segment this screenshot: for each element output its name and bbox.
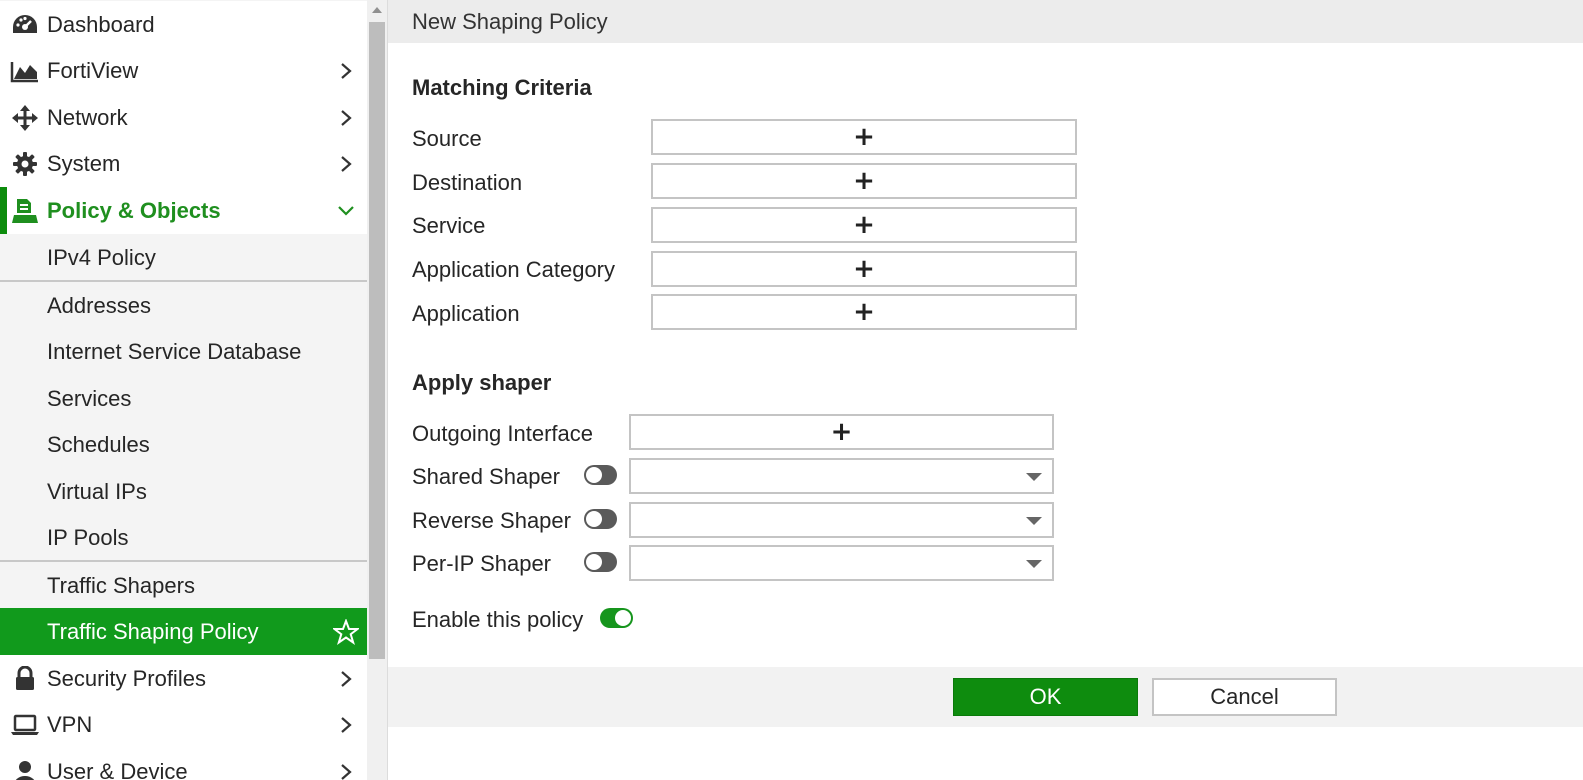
chevron-right-icon — [337, 109, 355, 127]
enable-policy-label: Enable this policy — [412, 607, 584, 632]
sidebar-item-traffic-shaping-policy[interactable]: Traffic Shaping Policy — [0, 608, 367, 655]
sidebar-item-label: Internet Service Database — [47, 338, 302, 364]
sidebar-item-addresses[interactable]: Addresses — [0, 282, 367, 329]
plus-icon: + — [853, 297, 875, 327]
fortiview-icon — [10, 56, 40, 86]
ok-button[interactable]: OK — [953, 678, 1138, 716]
policy-objects-icon — [10, 196, 40, 226]
plus-icon: + — [853, 254, 875, 284]
plus-icon: + — [853, 166, 875, 196]
nav-policy-objects-label: Policy & Objects — [47, 197, 221, 223]
sidebar-item-label: Traffic Shaping Policy — [47, 618, 259, 644]
sidebar-item-label: Traffic Shapers — [47, 572, 195, 598]
nav-dashboard-label: Dashboard — [47, 11, 155, 37]
nav-fortiview-label: FortiView — [47, 57, 139, 83]
enable-policy-toggle[interactable] — [600, 608, 633, 628]
nav-network[interactable]: Network — [0, 94, 367, 141]
service-label: Service — [412, 213, 486, 238]
sidebar-item-label: Services — [47, 385, 132, 411]
form-footer: OK Cancel — [388, 667, 1583, 727]
sidebar-scrollbar[interactable] — [367, 0, 388, 780]
sidebar-item-label: IPv4 Policy — [47, 244, 156, 270]
nav-security-profiles[interactable]: Security Profiles — [0, 655, 367, 702]
sidebar-item-label: IP Pools — [47, 524, 129, 550]
application-category-field[interactable]: + — [651, 251, 1077, 287]
dropdown-caret-icon — [1026, 517, 1042, 525]
chevron-right-icon — [337, 62, 355, 80]
service-field[interactable]: + — [651, 207, 1077, 243]
cancel-button[interactable]: Cancel — [1152, 678, 1337, 716]
application-field[interactable]: + — [651, 294, 1077, 330]
sidebar: Dashboard FortiView Network System Polic… — [0, 0, 367, 780]
nav-system[interactable]: System — [0, 140, 367, 187]
sidebar-item-schedules[interactable]: Schedules — [0, 421, 367, 468]
nav-dashboard[interactable]: Dashboard — [0, 1, 367, 48]
outgoing-interface-label: Outgoing Interface — [412, 421, 594, 446]
nav-vpn-label: VPN — [47, 711, 93, 737]
dashboard-icon — [10, 10, 40, 40]
sidebar-item-services[interactable]: Services — [0, 375, 367, 422]
main-panel: New Shaping Policy Matching Criteria Sou… — [388, 0, 1583, 780]
dropdown-caret-icon — [1026, 473, 1042, 481]
nav-fortiview[interactable]: FortiView — [0, 47, 367, 94]
reverse-shaper-toggle[interactable] — [584, 509, 617, 529]
nav-vpn[interactable]: VPN — [0, 701, 367, 748]
per-ip-shaper-select[interactable] — [629, 545, 1054, 581]
sidebar-item-ip-pools[interactable]: IP Pools — [0, 514, 367, 561]
star-icon[interactable] — [332, 618, 360, 646]
page-title: New Shaping Policy — [412, 9, 608, 34]
nav-user-device[interactable]: User & Device — [0, 748, 367, 780]
destination-field[interactable]: + — [651, 163, 1077, 199]
chevron-right-icon — [337, 155, 355, 173]
nav-network-label: Network — [47, 104, 128, 130]
source-label: Source — [412, 126, 482, 151]
chevron-down-icon — [337, 202, 355, 220]
chevron-right-icon — [337, 763, 355, 780]
matching-criteria-title: Matching Criteria — [412, 75, 592, 100]
chevron-right-icon — [337, 716, 355, 734]
sidebar-item-label: Addresses — [47, 292, 151, 318]
per-ip-shaper-toggle[interactable] — [584, 552, 617, 572]
network-icon — [10, 103, 40, 133]
nav-policy-objects[interactable]: Policy & Objects — [0, 187, 367, 234]
nav-user-device-label: User & Device — [47, 758, 188, 780]
application-category-label: Application Category — [412, 257, 616, 282]
sidebar-item-label: Virtual IPs — [47, 478, 147, 504]
gear-icon — [10, 149, 40, 179]
outgoing-interface-field[interactable]: + — [629, 414, 1054, 450]
sidebar-item-label: Schedules — [47, 431, 150, 457]
user-icon — [10, 757, 40, 780]
shared-shaper-label: Shared Shaper — [412, 464, 560, 489]
nav-system-label: System — [47, 150, 121, 176]
scrollbar-thumb[interactable] — [369, 22, 385, 659]
per-ip-shaper-label: Per-IP Shaper — [412, 551, 552, 576]
lock-icon — [10, 664, 40, 694]
dropdown-caret-icon — [1026, 560, 1042, 568]
sidebar-item-virtual-ips[interactable]: Virtual IPs — [0, 468, 367, 515]
reverse-shaper-select[interactable] — [629, 502, 1054, 538]
application-label: Application — [412, 301, 520, 326]
sidebar-item-internet-service-database[interactable]: Internet Service Database — [0, 328, 367, 375]
scroll-up-arrow-icon[interactable] — [372, 7, 382, 13]
shared-shaper-toggle[interactable] — [584, 465, 617, 485]
apply-shaper-title: Apply shaper — [412, 370, 552, 395]
plus-icon: + — [853, 210, 875, 240]
destination-label: Destination — [412, 170, 523, 195]
laptop-icon — [10, 710, 40, 740]
plus-icon: + — [830, 417, 853, 447]
shared-shaper-select[interactable] — [629, 458, 1054, 494]
plus-icon: + — [853, 122, 875, 152]
sidebar-item-ipv4-policy[interactable]: IPv4 Policy — [0, 234, 367, 281]
sidebar-item-traffic-shapers[interactable]: Traffic Shapers — [0, 562, 367, 609]
chevron-right-icon — [337, 670, 355, 688]
page-header: New Shaping Policy — [388, 0, 1583, 43]
reverse-shaper-label: Reverse Shaper — [412, 508, 571, 533]
source-field[interactable]: + — [651, 119, 1077, 155]
nav-security-profiles-label: Security Profiles — [47, 665, 206, 691]
